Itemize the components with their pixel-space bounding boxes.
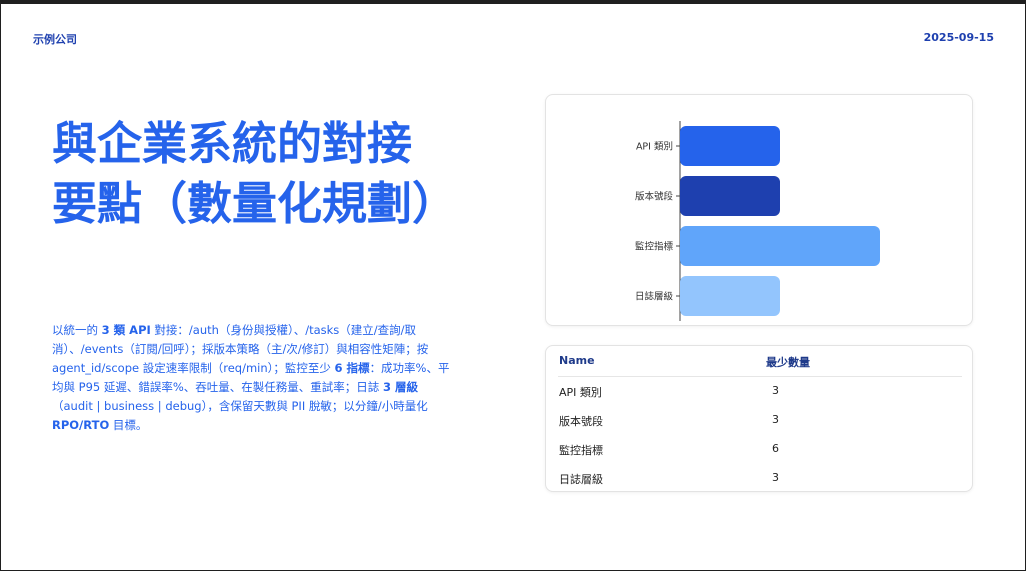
row-count-cell: 3 <box>772 384 779 397</box>
table-header: Name 最少數量 <box>558 354 962 377</box>
table-row: 日誌層級 3 <box>558 471 962 500</box>
y-tick-label: 監控指標 <box>635 241 674 253</box>
page-title: 與企業系統的對接要點（數量化規劃） <box>52 117 458 230</box>
bar <box>680 126 780 166</box>
row-count-cell: 3 <box>772 471 779 484</box>
row-count-cell: 6 <box>772 442 779 455</box>
y-tick-label: 版本號段 <box>635 191 674 203</box>
chart-card: API 類別 版本號段監控指標日誌層級 <box>545 94 973 326</box>
column-header-name: Name <box>559 354 595 367</box>
row-name-cell: 版本號段 <box>559 415 603 428</box>
desc-bold-3: 3 層級 <box>382 380 418 394</box>
data-table: Name 最少數量 API 類別 3 版本號段 3 監控指標 6 日誌層級 3 <box>545 345 973 492</box>
row-name-cell: 日誌層級 <box>559 473 603 486</box>
row-count-cell: 3 <box>772 413 779 426</box>
row-name-cell: 監控指標 <box>559 444 603 457</box>
bar <box>680 176 780 216</box>
desc-bold-4: RPO/RTO <box>52 418 110 432</box>
slide-date: 2025-09-15 <box>923 31 994 44</box>
column-header-min-count: 最少數量 <box>766 356 810 369</box>
description: 以統一的 3 類 API 對接：/auth（身份與授權）、/tasks（建立/查… <box>52 321 457 435</box>
row-name-cell: API 類別 <box>559 386 602 399</box>
table-row: 監控指標 6 <box>558 442 962 471</box>
y-tick-label: API 類別 <box>636 142 673 153</box>
desc-bold-2: 6 指標 <box>334 361 370 375</box>
bar <box>680 276 780 316</box>
table-row: 版本號段 3 <box>558 413 962 442</box>
desc-bold-1: 3 類 API <box>101 323 151 337</box>
bar-chart: API 類別版本號段監控指標日誌層級 <box>635 121 880 321</box>
company-name: 示例公司 <box>33 33 77 46</box>
table-row: API 類別 3 <box>558 384 962 413</box>
desc-text-4: （audit | business | debug），含保留天數與 PII 脫敏… <box>52 399 428 413</box>
desc-text-5: 目標。 <box>109 418 148 432</box>
bar <box>680 226 880 266</box>
desc-text-1: 以統一的 <box>52 323 102 337</box>
y-tick-label: 日誌層級 <box>635 291 674 303</box>
